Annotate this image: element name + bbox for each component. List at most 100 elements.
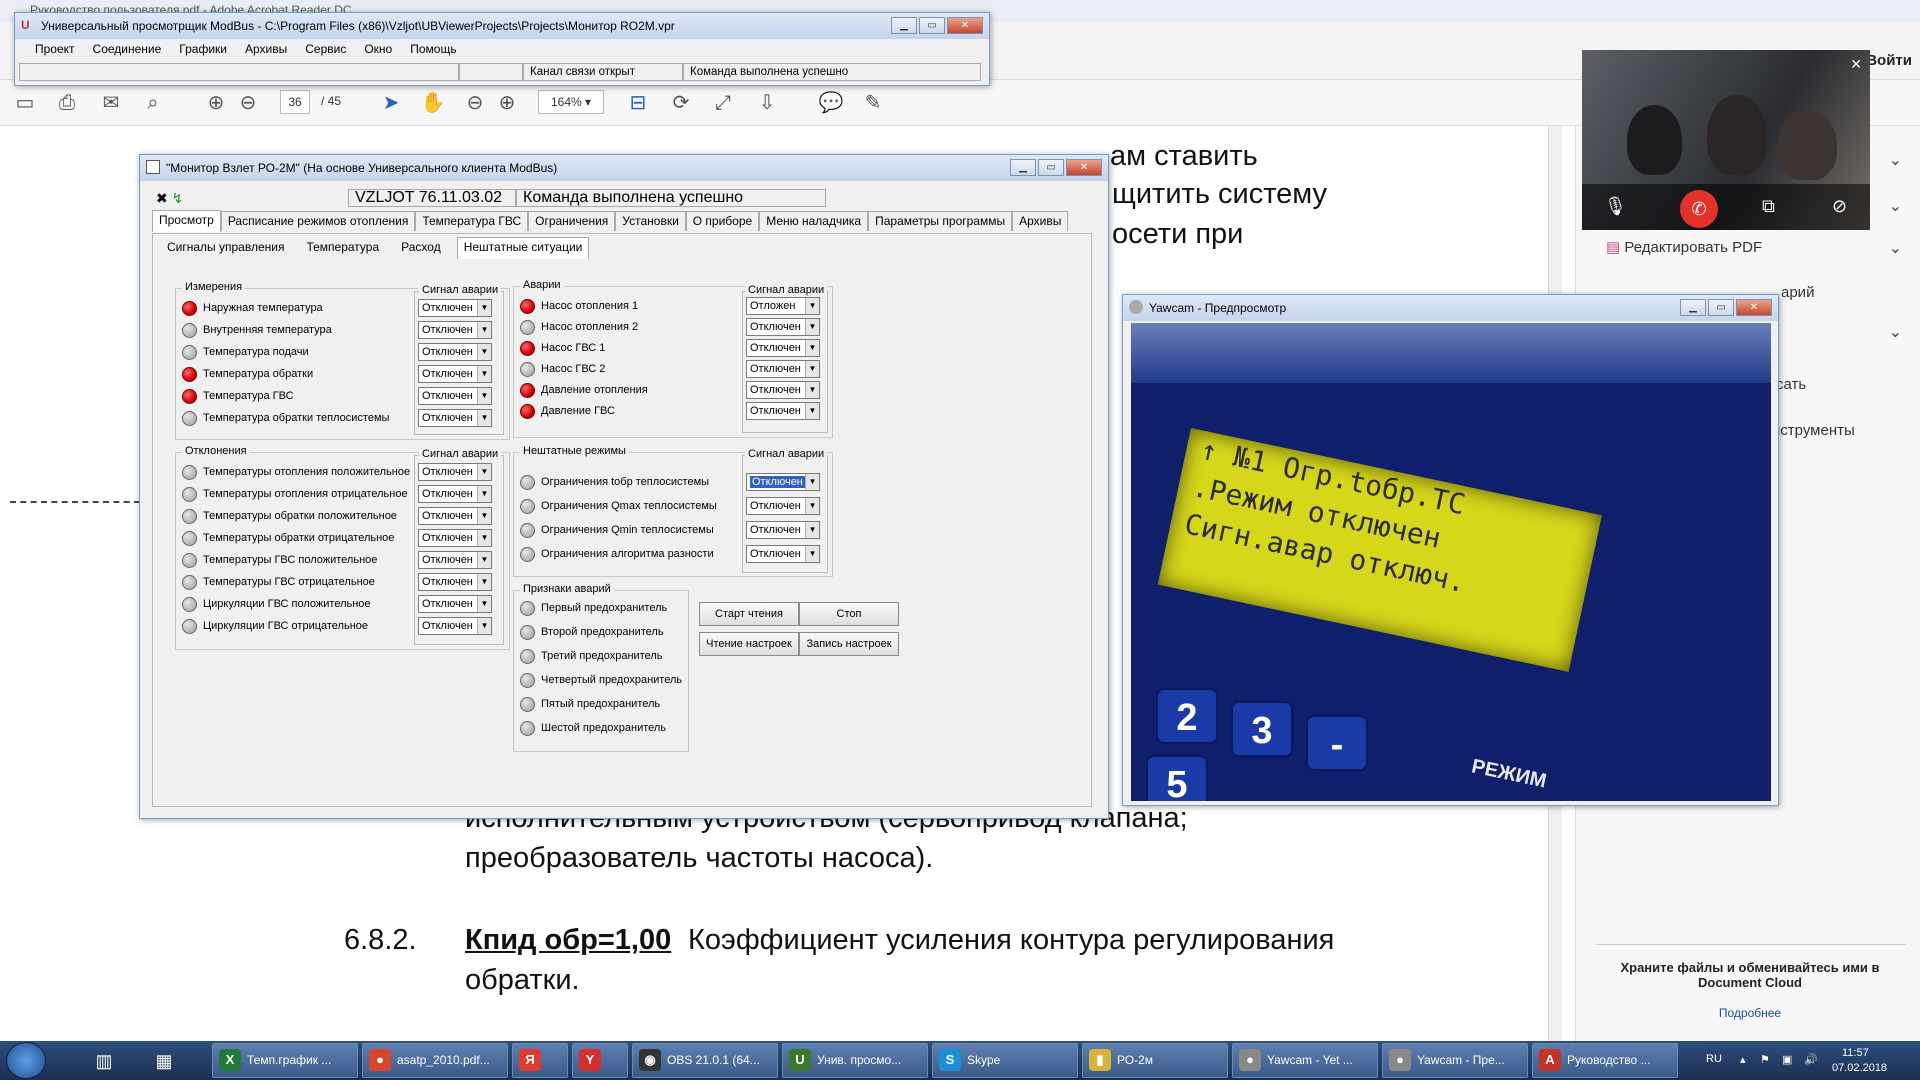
microphone-icon[interactable]: 🎙	[1604, 196, 1627, 217]
maximize-button[interactable]: ▭	[1038, 159, 1064, 176]
alarm-signal-select[interactable]: Отключен ▼	[418, 595, 492, 613]
alarm-signal-select[interactable]: Отключен ▼	[418, 529, 492, 547]
fit-page-icon[interactable]: ⊟	[625, 90, 651, 116]
volume-icon[interactable]: 🔊	[1804, 1053, 1818, 1066]
print-icon[interactable]: ⎙	[54, 90, 80, 116]
clock-date[interactable]: 07.02.2018	[1832, 1062, 1887, 1074]
taskbar-task[interactable]: X Темп.график ...	[212, 1043, 358, 1078]
alarm-signal-select[interactable]: Отключен ▼	[418, 321, 492, 339]
tray-arrow-icon[interactable]: ▴	[1740, 1053, 1746, 1066]
read-settings-button[interactable]: Чтение настроек	[699, 632, 799, 656]
taskbar-task[interactable]: S Skype	[932, 1043, 1078, 1078]
tab-archives[interactable]: Архивы	[1012, 211, 1069, 231]
alarm-signal-select[interactable]: Отключен ▼	[418, 507, 492, 525]
menu-connection[interactable]: Соединение	[93, 42, 162, 56]
quicklaunch-calculator-icon[interactable]: ▦	[142, 1045, 186, 1077]
page-down-icon[interactable]: ⊖	[235, 90, 261, 116]
chevron-down-icon[interactable]: ⌄	[1889, 150, 1902, 170]
fullscreen-icon[interactable]: ⤢	[710, 90, 736, 116]
menu-archives[interactable]: Архивы	[245, 42, 287, 56]
comment-icon[interactable]: 💬	[818, 90, 844, 116]
quicklaunch-explorer-icon[interactable]: ▥	[82, 1045, 126, 1077]
alarm-signal-select[interactable]: Отключен ▼	[418, 551, 492, 569]
alarm-signal-select[interactable]: Отключен ▼	[746, 545, 820, 563]
taskbar-task[interactable]: ◉ OBS 21.0.1 (64...	[632, 1043, 778, 1078]
tab-settings[interactable]: Установки	[615, 211, 686, 231]
subtab-temperature[interactable]: Температура	[300, 238, 386, 258]
tab-view[interactable]: Просмотр	[152, 210, 221, 232]
language-indicator[interactable]: RU	[1706, 1053, 1722, 1065]
subtab-control-signals[interactable]: Сигналы управления	[161, 238, 291, 258]
alarm-signal-select[interactable]: Отложен ▼	[746, 297, 820, 315]
close-button[interactable]: ✕	[1066, 159, 1102, 176]
alarm-signal-select[interactable]: Отключен ▼	[418, 617, 492, 635]
alarm-signal-select[interactable]: Отключен ▼	[418, 409, 492, 427]
menu-graphs[interactable]: Графики	[179, 42, 227, 56]
page-up-icon[interactable]: ⊕	[203, 90, 229, 116]
tab-dhw-temperature[interactable]: Температура ГВС	[415, 211, 529, 231]
menu-help[interactable]: Помощь	[410, 42, 456, 56]
alarm-signal-select[interactable]: Отключен ▼	[418, 387, 492, 405]
alarm-signal-select[interactable]: Отключен ▼	[418, 463, 492, 481]
maximize-button[interactable]: ▭	[1708, 299, 1734, 316]
close-button[interactable]: ✕	[947, 17, 983, 34]
select-arrow-icon[interactable]: ➤	[378, 90, 404, 116]
taskbar-task[interactable]: A Руководство ...	[1532, 1043, 1678, 1078]
login-link[interactable]: Войти	[1866, 52, 1912, 69]
alarm-signal-select[interactable]: Отключен ▼	[418, 485, 492, 503]
alarm-signal-select[interactable]: Отключен ▼	[746, 360, 820, 378]
stop-button[interactable]: Стоп	[799, 602, 899, 626]
menu-project[interactable]: Проект	[35, 42, 75, 56]
screen-share-icon[interactable]: ⧉	[1762, 196, 1775, 217]
zoom-in-icon[interactable]: ⊕	[494, 90, 520, 116]
alarm-signal-select[interactable]: Отключен ▼	[746, 318, 820, 336]
subtab-emergency[interactable]: Нештатные ситуации	[456, 237, 590, 259]
taskbar-task[interactable]: ● Yawcam - Yet ...	[1232, 1043, 1378, 1078]
taskbar-task[interactable]: U Унив. просмо...	[782, 1043, 928, 1078]
alarm-signal-select[interactable]: Отключен ▼	[418, 299, 492, 317]
search-icon[interactable]: ⌕	[140, 90, 166, 116]
zoom-select[interactable]: 164% ▾	[538, 90, 604, 114]
hand-icon[interactable]: ✋	[420, 90, 446, 116]
alarm-signal-select[interactable]: Отключен ▼	[746, 473, 820, 491]
rotate-icon[interactable]: ⟳	[668, 90, 694, 116]
scroll-mode-icon[interactable]: ⇩	[754, 90, 780, 116]
minimize-button[interactable]: ▁	[1010, 159, 1036, 176]
taskbar-task[interactable]: ▮ РО-2м	[1082, 1043, 1228, 1078]
subtab-flow[interactable]: Расход	[395, 238, 447, 258]
alarm-signal-select[interactable]: Отключен ▼	[746, 521, 820, 539]
alarm-signal-select[interactable]: Отключен ▼	[746, 339, 820, 357]
tools-item-4[interactable]: нструменты	[1772, 422, 1855, 439]
connect-icon[interactable]: ↯	[172, 190, 184, 206]
clock-time[interactable]: 11:57	[1842, 1047, 1869, 1059]
start-button[interactable]	[6, 1042, 46, 1079]
pen-icon[interactable]: ✎	[860, 90, 886, 116]
chevron-down-icon[interactable]: ⌄	[1889, 238, 1902, 258]
taskbar-task[interactable]: ● Yawcam - Пре...	[1382, 1043, 1528, 1078]
chevron-down-icon[interactable]: ⌄	[1889, 322, 1902, 342]
alarm-signal-select[interactable]: Отключен ▼	[746, 402, 820, 420]
tools-item-3[interactable]: сать	[1776, 376, 1806, 393]
minimize-button[interactable]: ▁	[1680, 299, 1706, 316]
maximize-button[interactable]: ▭	[919, 17, 945, 34]
tools-item-2[interactable]: арий	[1781, 284, 1814, 301]
alarm-signal-select[interactable]: Отключен ▼	[746, 381, 820, 399]
camera-off-icon[interactable]: ⊘	[1832, 196, 1847, 217]
close-icon[interactable]: ✕	[1850, 56, 1862, 73]
flag-icon[interactable]: ⚑	[1760, 1053, 1770, 1066]
disconnect-icon[interactable]: ✖	[156, 190, 168, 206]
taskbar-task[interactable]: ● asatp_2010.pdf...	[362, 1043, 508, 1078]
minimize-button[interactable]: ▁	[891, 17, 917, 34]
alarm-signal-select[interactable]: Отключен ▼	[418, 365, 492, 383]
save-icon[interactable]: ▭	[12, 90, 38, 116]
tab-program-params[interactable]: Параметры программы	[868, 211, 1013, 231]
alarm-signal-select[interactable]: Отключен ▼	[418, 343, 492, 361]
menu-service[interactable]: Сервис	[305, 42, 346, 56]
end-call-button[interactable]: ✆	[1680, 190, 1718, 228]
zoom-out-icon[interactable]: ⊖	[462, 90, 488, 116]
taskbar-task[interactable]: Y	[572, 1043, 628, 1078]
tab-limits[interactable]: Ограничения	[528, 211, 616, 231]
close-button[interactable]: ✕	[1736, 299, 1772, 316]
network-icon[interactable]: ▣	[1782, 1053, 1792, 1066]
tab-about[interactable]: О приборе	[685, 211, 760, 231]
